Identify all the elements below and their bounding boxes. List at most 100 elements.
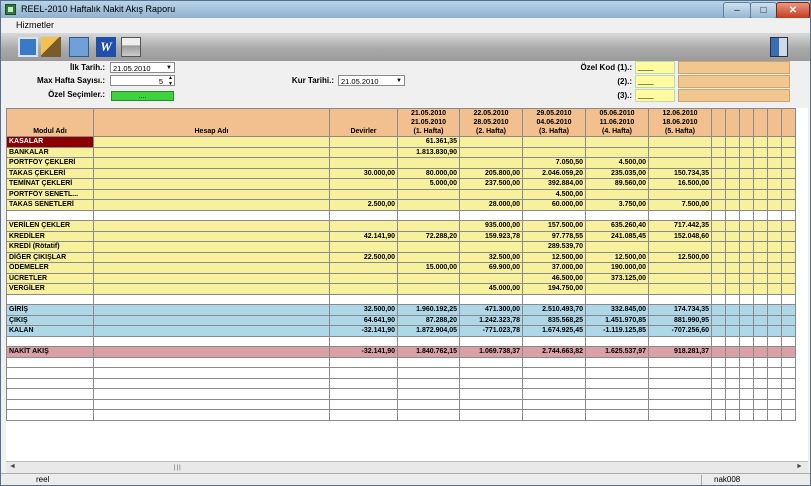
row-hesap-name: [93, 157, 330, 169]
row-week-1-value: [397, 272, 460, 284]
table-row[interactable]: PORTFÖY SENETL... 4.500,00: [6, 188, 796, 200]
status-user: reel: [36, 475, 50, 484]
filler-cell: [739, 377, 754, 389]
row-week-3-value: 1.674.925,45: [522, 325, 586, 337]
header-week-1[interactable]: 21.05.2010 21.05.2010 (1. Hafta): [397, 108, 460, 137]
row-empty-cell: [753, 220, 768, 232]
header-hesap-adi[interactable]: Hesap Adı: [93, 108, 330, 137]
printer-icon[interactable]: [121, 37, 141, 57]
row-empty-cell: [739, 230, 754, 242]
table-row[interactable]: [6, 335, 796, 347]
table-row[interactable]: [6, 209, 796, 221]
filler-cell: [711, 409, 726, 421]
row-empty-cell: [781, 325, 796, 337]
row-empty-cell: [711, 335, 726, 347]
header-week-4[interactable]: 05.06.2010 11.06.2010 (4. Hafta): [585, 108, 649, 137]
row-empty-cell: [753, 304, 768, 316]
scroll-left-icon[interactable]: ◄: [9, 463, 16, 470]
filler-cell: [781, 398, 796, 410]
row-hesap-name: [93, 262, 330, 274]
row-empty-cell: [767, 157, 782, 169]
table-row[interactable]: VERGİLER 45.000,00 194.750,00: [6, 283, 796, 295]
kur-tarihi-combo[interactable]: 21.05.2010 ▼: [338, 75, 405, 86]
row-empty-cell: [711, 136, 726, 148]
row-empty-cell: [753, 262, 768, 274]
row-empty-cell: [711, 199, 726, 211]
scroll-right-icon[interactable]: ►: [796, 463, 803, 470]
table-row[interactable]: KREDİLER 42.141,90 72.288,20 159.923,78 97.7…: [6, 230, 796, 242]
row-empty-cell: [781, 293, 796, 305]
word-export-icon[interactable]: W: [96, 37, 116, 57]
table-row[interactable]: VERİLEN ÇEKLER 935.000,00 157.500,00 635.26…: [6, 220, 796, 232]
row-empty-cell: [767, 220, 782, 232]
table-row[interactable]: PORTFÖY ÇEKLERİ 7.050,50 4.500,00: [6, 157, 796, 169]
table-row[interactable]: KREDİ (Rötatif) 289.539,70: [6, 241, 796, 253]
ozel-kod1-field[interactable]: ____: [635, 61, 675, 74]
title-bar[interactable]: REEL-2010 Haftalık Nakit Akış Raporu – □…: [1, 1, 810, 19]
max-hafta-stepper[interactable]: 5 ▲ ▼: [110, 75, 175, 87]
ilk-tarih-combo[interactable]: 21.05.2010 ▼: [110, 62, 175, 73]
minimize-button[interactable]: –: [723, 2, 751, 19]
row-week-3-value: 835.568,25: [522, 314, 586, 326]
filler-cell: [781, 377, 796, 389]
exit-door-icon[interactable]: [770, 37, 788, 57]
header-week-line: 28.05.2010: [473, 119, 509, 126]
table-row[interactable]: BANKALAR 1.813.830,90: [6, 146, 796, 158]
ilk-tarih-label: İlk Tarih.:: [70, 63, 105, 72]
monitor-icon[interactable]: [18, 37, 38, 57]
header-devirler[interactable]: Devirler: [329, 108, 398, 137]
table-row[interactable]: ÖDEMELER 15.000,00 69.900,00 37.000,00 190.0…: [6, 262, 796, 274]
row-devirler: [329, 188, 398, 200]
scroll-thumb[interactable]: |||: [174, 465, 182, 471]
row-devirler: -32.141,90: [329, 325, 398, 337]
table-row[interactable]: NAKİT AKIŞ -32.141,90 1.840.762,15 1.069.73…: [6, 346, 796, 358]
ozel-kod2-field[interactable]: ____: [635, 75, 675, 88]
row-empty-cell: [781, 157, 796, 169]
row-modul-name: ÜCRETLER: [6, 272, 94, 284]
table-row[interactable]: ÜCRETLER 46.500,00 373.125,00: [6, 272, 796, 284]
filler-cell: [648, 356, 712, 368]
ozel-kod3-field[interactable]: ____: [635, 89, 675, 102]
row-empty-cell: [739, 136, 754, 148]
header-week-3[interactable]: 29.05.2010 04.06.2010 (3. Hafta): [522, 108, 586, 137]
row-devirler: [329, 220, 398, 232]
cash-flow-grid[interactable]: Modul Adı Hesap Adı Devirler 21.05.2010 21.0…: [6, 108, 808, 461]
report-icon[interactable]: [69, 37, 89, 57]
spin-arrows-icon[interactable]: ▲ ▼: [168, 75, 173, 87]
row-week-1-value: 61.361,35: [397, 136, 460, 148]
table-row[interactable]: TEMİNAT ÇEKLERİ 5.000,00 237.500,00 392.884…: [6, 178, 796, 190]
row-week-1-value: [397, 293, 460, 305]
filler-cell: [648, 388, 712, 400]
filler-cell: [781, 367, 796, 379]
table-row[interactable]: [6, 293, 796, 305]
row-empty-cell: [781, 335, 796, 347]
filler-cell: [329, 377, 398, 389]
header-week-2[interactable]: 22.05.2010 28.05.2010 (2. Hafta): [459, 108, 523, 137]
row-week-5-value: 881.990,95: [648, 314, 712, 326]
row-empty-cell: [711, 346, 726, 358]
close-button[interactable]: ✕: [776, 2, 810, 19]
table-row[interactable]: ÇIKIŞ 64.641,90 87.288,20 1.242.323,78 835.5…: [6, 314, 796, 326]
book-icon[interactable]: [41, 37, 61, 57]
table-row[interactable]: TAKAS SENETLERİ 2.500,00 28.000,00 60.000,0…: [6, 199, 796, 211]
table-row[interactable]: KALAN -32.141,90 1.872.904,05 -771.023,78 1.…: [6, 325, 796, 337]
row-devirler: [329, 157, 398, 169]
row-empty-cell: [725, 157, 740, 169]
table-row[interactable]: KASALAR 61.361,35: [6, 136, 796, 148]
filler-cell: [585, 388, 649, 400]
header-week-5[interactable]: 12.06.2010 18.06.2010 (5. Hafta): [648, 108, 712, 137]
ozel-secimler-button[interactable]: ....: [111, 91, 174, 101]
maximize-button[interactable]: □: [750, 2, 777, 19]
table-row[interactable]: GİRİŞ 32.500,00 1.960.192,25 471.300,00 2.51…: [6, 304, 796, 316]
filler-cell: [522, 388, 586, 400]
filler-cell: [753, 398, 768, 410]
header-modul-adi[interactable]: Modul Adı: [6, 108, 94, 137]
table-row[interactable]: TAKAS ÇEKLERİ 30.000,00 80.000,00 205.800,0…: [6, 167, 796, 179]
row-hesap-name: [93, 146, 330, 158]
row-empty-cell: [725, 220, 740, 232]
row-modul-name: NAKİT AKIŞ: [6, 346, 94, 358]
row-empty-cell: [753, 167, 768, 179]
table-row[interactable]: DİĞER ÇIKIŞLAR 22.500,00 32.500,00 12.500,0…: [6, 251, 796, 263]
row-empty-cell: [781, 272, 796, 284]
menu-hizmetler[interactable]: Hizmetler: [16, 20, 54, 30]
